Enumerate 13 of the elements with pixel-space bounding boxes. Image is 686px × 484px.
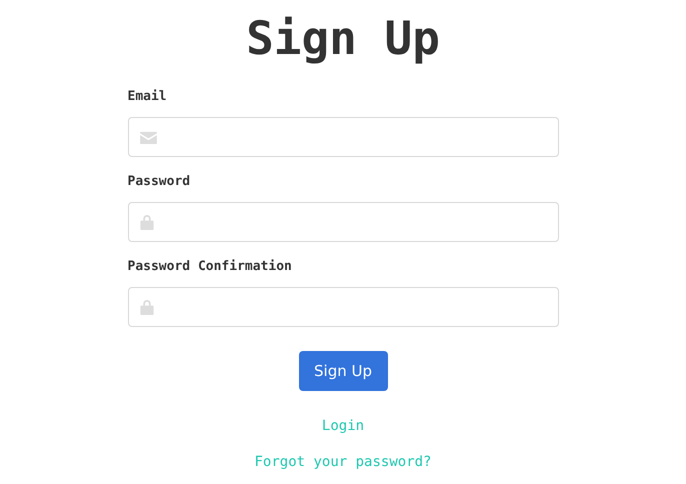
page-title: Sign Up	[246, 10, 440, 66]
input-field[interactable]	[128, 202, 558, 242]
sign-up-button[interactable]: Sign Up	[298, 351, 388, 391]
text-link[interactable]: Login	[322, 418, 364, 435]
field-label: Email	[128, 89, 167, 105]
field-label: Password Confirmation	[128, 259, 292, 275]
input-field[interactable]	[128, 117, 558, 157]
envelope-icon	[140, 130, 156, 144]
text-link[interactable]: Forgot your password?	[254, 454, 432, 471]
input-field[interactable]	[128, 287, 558, 327]
lock-icon	[140, 299, 154, 315]
field-label: Password	[128, 174, 190, 190]
lock-icon	[140, 214, 154, 230]
